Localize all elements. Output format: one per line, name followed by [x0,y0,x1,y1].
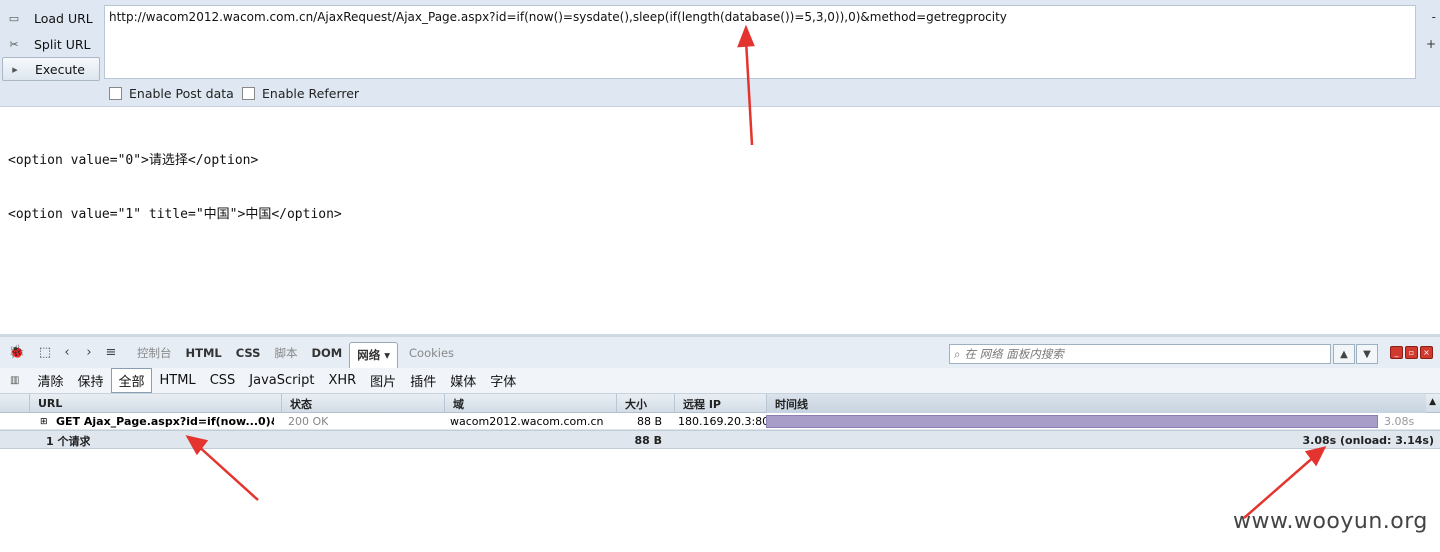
filter-persist[interactable]: 保持 [71,369,109,392]
tab-cookies[interactable]: Cookies [402,341,461,365]
enable-referrer-checkbox[interactable]: Enable Referrer [242,86,359,101]
filter-media[interactable]: 媒体 [444,369,482,392]
network-filter-bar: ▥ 清除 保持 全部 HTML CSS JavaScript XHR 图片 插件… [0,368,1440,394]
firebug-toolbar: 🐞 ⬚ ‹ › ≡ 控制台 HTML CSS 脚本 DOM 网络 ▾ Cooki… [0,334,1440,368]
request-url[interactable]: GET Ajax_Page.aspx?id=if(now...0)&m [56,413,274,430]
execute-label: Execute [35,61,85,77]
col-size[interactable]: 大小 [616,394,674,413]
request-remote-ip: 180.169.20.3:80 [678,415,770,428]
load-url-button[interactable]: ▭ Load URL [2,6,100,30]
network-search-input[interactable]: ⌕ 在 网络 面板内搜索 [949,344,1331,364]
response-line: <option value="1" title="中国">中国</option> [8,207,342,222]
total-time: 3.08s (onload: 3.14s) [1302,434,1434,447]
url-textarea[interactable]: http://wacom2012.wacom.com.cn/AjaxReques… [104,5,1416,79]
response-line: <option value="0">请选择</option> [8,153,259,168]
sort-arrow-icon: ▲ [1429,397,1436,407]
scissors-icon: ✂ [9,37,19,51]
request-time: 3.08s [1384,415,1415,428]
request-count: 1 个请求 [46,434,91,448]
checkbox-box[interactable] [242,87,255,100]
search-placeholder: 在 网络 面板内搜索 [964,347,1064,361]
tab-html[interactable]: HTML [179,341,229,365]
xhr-icon[interactable]: ▥ [10,375,19,386]
col-remote-ip[interactable]: 远程 IP [674,394,766,413]
col-url[interactable]: URL [29,394,281,413]
timeline-bar [766,415,1378,428]
tab-css[interactable]: CSS [229,341,268,365]
filter-images[interactable]: 图片 [364,369,402,392]
filter-plugins[interactable]: 插件 [404,369,442,392]
page-response: <option value="0">请选择</option> <option v… [8,116,342,242]
filter-css[interactable]: CSS [204,371,242,390]
enable-post-label: Enable Post data [129,86,234,101]
search-prev-button[interactable]: ▲ [1333,344,1355,364]
checkbox-box[interactable] [109,87,122,100]
total-size: 88 B [634,434,662,447]
col-timeline[interactable]: 时间线 [766,394,1426,413]
inspect-icon[interactable]: ⬚ [34,342,56,364]
play-icon: ▸ [12,62,18,76]
filter-xhr[interactable]: XHR [322,371,362,390]
execute-button[interactable]: ▸ Execute [2,57,100,81]
request-status: 200 OK [288,415,329,428]
load-url-label: Load URL [34,10,93,26]
split-url-label: Split URL [34,36,91,52]
search-icon: ⌕ [954,346,961,361]
timeline-track [766,415,1378,428]
enable-referrer-label: Enable Referrer [262,86,360,101]
filter-fonts[interactable]: 字体 [484,369,522,392]
expand-icon[interactable]: ⊞ [40,413,50,430]
firebug-icon[interactable]: 🐞 [6,342,28,364]
watermark: www.wooyun.org [1233,509,1428,534]
filter-clear[interactable]: 清除 [31,369,69,392]
tab-dom[interactable]: DOM [304,341,349,365]
load-url-icon: ▭ [8,11,20,25]
split-url-button[interactable]: ✂ Split URL [2,32,100,56]
network-summary-row: 1 个请求 88 B 3.08s (onload: 3.14s) [0,430,1440,449]
request-size: 88 B [636,415,662,428]
increase-button[interactable]: + [1426,37,1436,51]
tab-script[interactable]: 脚本 [267,341,304,365]
firebug-panel: 🐞 ⬚ ‹ › ≡ 控制台 HTML CSS 脚本 DOM 网络 ▾ Cooki… [0,334,1440,552]
tab-network[interactable]: 网络 ▾ [349,341,399,368]
filter-js[interactable]: JavaScript [243,371,320,390]
hackbar-panel: ▭ Load URL ✂ Split URL ▸ Execute http://… [0,0,1440,107]
list-icon[interactable]: ≡ [100,342,122,364]
col-domain[interactable]: 域 [444,394,616,413]
col-status[interactable]: 状态 [281,394,444,413]
enable-post-checkbox[interactable]: Enable Post data [109,86,234,101]
minimize-icon[interactable]: _ [1390,346,1403,359]
table-row[interactable]: ⊞ GET Ajax_Page.aspx?id=if(now...0)&m 20… [0,413,1440,430]
close-icon[interactable]: × [1420,346,1433,359]
network-table-header: URL 状态 域 大小 远程 IP 时间线 ▲ [0,394,1440,413]
tab-console[interactable]: 控制台 [130,341,179,365]
forward-icon[interactable]: › [78,342,100,364]
back-icon[interactable]: ‹ [56,342,78,364]
filter-html[interactable]: HTML [154,371,202,390]
decrease-button[interactable]: - [1432,10,1436,24]
detach-icon[interactable]: ▫ [1405,346,1418,359]
request-domain: wacom2012.wacom.com.cn [450,415,604,428]
filter-all[interactable]: 全部 [111,368,152,393]
search-next-button[interactable]: ▼ [1356,344,1378,364]
